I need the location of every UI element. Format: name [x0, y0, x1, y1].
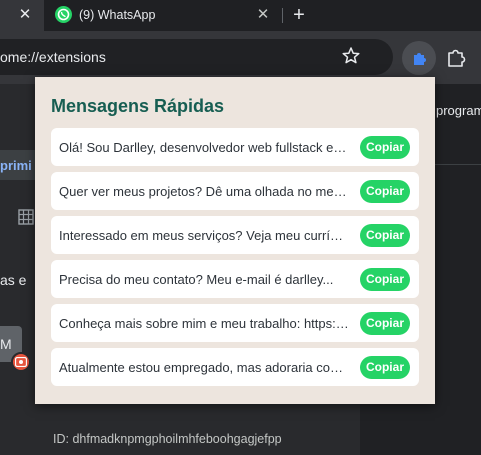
address-bar[interactable]: ome://extensions	[0, 39, 393, 75]
copy-button[interactable]: Copiar	[360, 136, 410, 159]
message-text: Quer ver meus projetos? Dê uma olhada no…	[59, 184, 349, 199]
extension-card-letter: M	[0, 336, 12, 352]
message-item: Interessado em meus serviços? Veja meu c…	[51, 216, 419, 254]
tab-title: (9) WhatsApp	[79, 8, 156, 22]
close-icon[interactable]: ✕	[16, 6, 34, 24]
copy-button[interactable]: Copiar	[360, 224, 410, 247]
tab-extensions[interactable]: ✕	[0, 0, 44, 31]
message-item: Quer ver meus projetos? Dê uma olhada no…	[51, 172, 419, 210]
message-text: Atualmente estou empregado, mas adoraria…	[59, 360, 349, 375]
extension-id: ID: dhfmadknpmgphoilmhfeboohgagjefpp	[53, 432, 282, 446]
message-text: Olá! Sou Darlley, desenvolvedor web full…	[59, 140, 349, 155]
message-list: Olá! Sou Darlley, desenvolvedor web full…	[51, 128, 419, 392]
page-button-label: primi	[0, 158, 32, 173]
tab-whatsapp[interactable]: (9) WhatsApp ✕	[44, 0, 280, 31]
popup-title: Mensagens Rápidas	[51, 96, 225, 116]
star-icon[interactable]	[340, 45, 362, 67]
tab-separator	[282, 8, 283, 23]
copy-button[interactable]: Copiar	[360, 356, 410, 379]
message-item: Atualmente estou empregado, mas adoraria…	[51, 348, 419, 386]
message-item: Precisa do meu contato? Meu e-mail é dar…	[51, 260, 419, 298]
message-item: Olá! Sou Darlley, desenvolvedor web full…	[51, 128, 419, 166]
side-panel-text: program	[436, 103, 481, 118]
quick-messages-popup: Mensagens Rápidas Olá! Sou Darlley, dese…	[35, 77, 435, 404]
close-icon[interactable]: ✕	[254, 6, 272, 24]
extension-icon[interactable]	[402, 41, 436, 75]
tab-strip: ✕ (9) WhatsApp ✕ +	[0, 0, 481, 31]
message-item: Conheça mais sobre mim e meu trabalho: h…	[51, 304, 419, 342]
message-text: Conheça mais sobre mim e meu trabalho: h…	[59, 316, 349, 331]
page-description: as e	[0, 272, 27, 288]
record-icon	[11, 352, 31, 372]
copy-button[interactable]: Copiar	[360, 180, 410, 203]
whatsapp-icon	[55, 6, 72, 23]
copy-button[interactable]: Copiar	[360, 312, 410, 335]
message-text: Interessado em meus serviços? Veja meu c…	[59, 228, 349, 243]
browser-window: ✕ (9) WhatsApp ✕ + ome://extensions prog…	[0, 0, 481, 455]
grid-icon[interactable]	[18, 209, 34, 225]
puzzle-icon[interactable]	[444, 46, 468, 70]
url-text: ome://extensions	[0, 49, 106, 65]
copy-button[interactable]: Copiar	[360, 268, 410, 291]
message-text: Precisa do meu contato? Meu e-mail é dar…	[59, 272, 334, 287]
new-tab-button[interactable]: +	[288, 4, 310, 26]
